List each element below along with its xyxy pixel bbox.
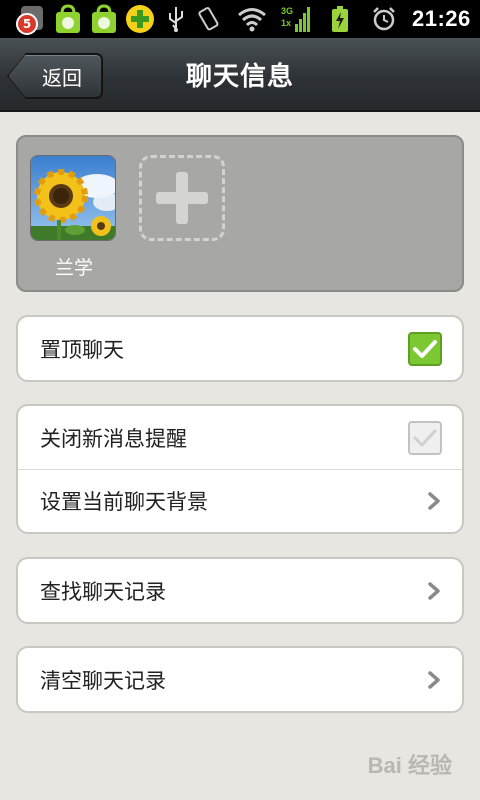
mute-notifications-checkbox[interactable] xyxy=(408,420,442,455)
chat-members-panel: 兰学 xyxy=(16,135,464,292)
clock: 21:26 xyxy=(412,6,471,31)
settings-group-search: 查找聊天记录 xyxy=(16,557,464,624)
notification-count: 5 xyxy=(16,13,38,35)
alarm-icon xyxy=(368,3,400,35)
member-name: 兰学 xyxy=(54,257,93,279)
clear-history-row[interactable]: 清空聊天记录 xyxy=(18,648,462,711)
pin-chat-label: 置顶聊天 xyxy=(40,337,124,362)
network-type-label: 3G xyxy=(281,6,293,16)
settings-group-clear: 清空聊天记录 xyxy=(16,646,464,713)
mute-notifications-label: 关闭新消息提醒 xyxy=(40,426,187,451)
settings-group-notify: 关闭新消息提醒 设置当前聊天背景 xyxy=(16,404,464,534)
store-bag-icon xyxy=(88,3,120,35)
add-member-button[interactable] xyxy=(139,155,225,241)
chevron-right-icon xyxy=(428,670,440,689)
plus-icon xyxy=(156,172,208,224)
signal-icon: 3G 1x xyxy=(280,3,312,35)
baidu-watermark: Bai 经验 xyxy=(368,748,452,780)
chat-background-row[interactable]: 设置当前聊天背景 xyxy=(18,469,462,532)
store-bag-icon xyxy=(52,3,84,35)
title-bar: 返回 聊天信息 xyxy=(0,38,480,112)
battery-charging-icon xyxy=(324,3,356,35)
usb-icon xyxy=(160,3,192,35)
check-icon xyxy=(413,339,437,358)
chat-background-label: 设置当前聊天背景 xyxy=(40,490,208,514)
chevron-right-icon xyxy=(428,492,440,510)
watermark-text: Bai 经验 xyxy=(367,753,452,778)
search-history-label: 查找聊天记录 xyxy=(40,579,166,604)
status-bar: 5 3G 1x 21:26 xyxy=(0,0,480,38)
pin-chat-row[interactable]: 置顶聊天 xyxy=(18,317,462,380)
search-history-row[interactable]: 查找聊天记录 xyxy=(18,559,462,622)
check-icon xyxy=(413,429,437,446)
member-item[interactable]: 兰学 xyxy=(30,155,118,280)
page-title: 聊天信息 xyxy=(185,62,294,92)
network-sub-label: 1x xyxy=(281,18,291,28)
settings-group-pin: 置顶聊天 xyxy=(16,315,464,382)
clear-history-label: 清空聊天记录 xyxy=(40,668,166,693)
pin-chat-checkbox[interactable] xyxy=(408,331,442,366)
vibrate-icon xyxy=(192,3,224,35)
notification-badge-icon: 5 xyxy=(16,3,48,35)
sunflower-avatar[interactable] xyxy=(30,155,116,241)
wifi-icon xyxy=(236,3,268,35)
mute-notifications-row[interactable]: 关闭新消息提醒 xyxy=(18,406,462,469)
plus-app-icon xyxy=(124,3,156,35)
chevron-right-icon xyxy=(428,581,440,600)
